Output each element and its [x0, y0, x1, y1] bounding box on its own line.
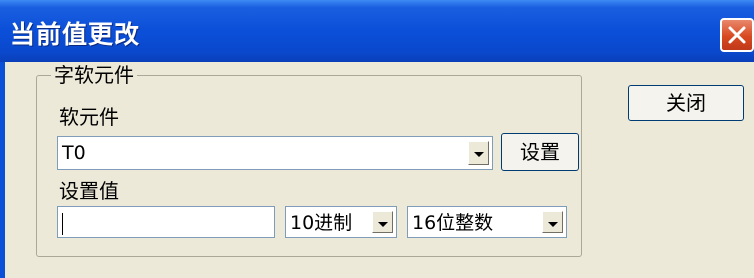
setting-value-input[interactable]: [57, 206, 275, 238]
type-select[interactable]: 16位整数: [407, 206, 567, 238]
device-value: T0: [62, 142, 86, 164]
title-bar: 当前值更改: [0, 0, 754, 62]
close-icon: [728, 26, 746, 44]
dialog-title: 当前值更改: [10, 20, 141, 49]
base-dropdown-arrow-icon[interactable]: [372, 211, 393, 233]
text-caret: [62, 213, 63, 235]
close-window-button[interactable]: [720, 18, 754, 52]
device-combobox[interactable]: T0: [57, 136, 493, 170]
base-select-value: 10进制: [290, 212, 353, 234]
set-button[interactable]: 设置: [501, 133, 579, 171]
close-button[interactable]: 关闭: [628, 85, 744, 121]
device-groupbox: 字软元件 软元件 T0 设置 设置值 10进制 16位整数: [36, 62, 582, 257]
device-dropdown-arrow-icon[interactable]: [468, 141, 489, 165]
device-label: 软元件: [59, 105, 119, 129]
change-current-value-dialog: 当前值更改 字软元件 软元件 T0 设置 设置值 10进制 16位整数 关闭: [0, 0, 754, 278]
base-select[interactable]: 10进制: [285, 206, 397, 238]
window-frame-left: [0, 62, 5, 278]
setting-value-label: 设置值: [59, 179, 119, 203]
type-select-value: 16位整数: [412, 212, 494, 234]
group-legend: 字软元件: [51, 62, 137, 88]
type-dropdown-arrow-icon[interactable]: [542, 211, 563, 233]
